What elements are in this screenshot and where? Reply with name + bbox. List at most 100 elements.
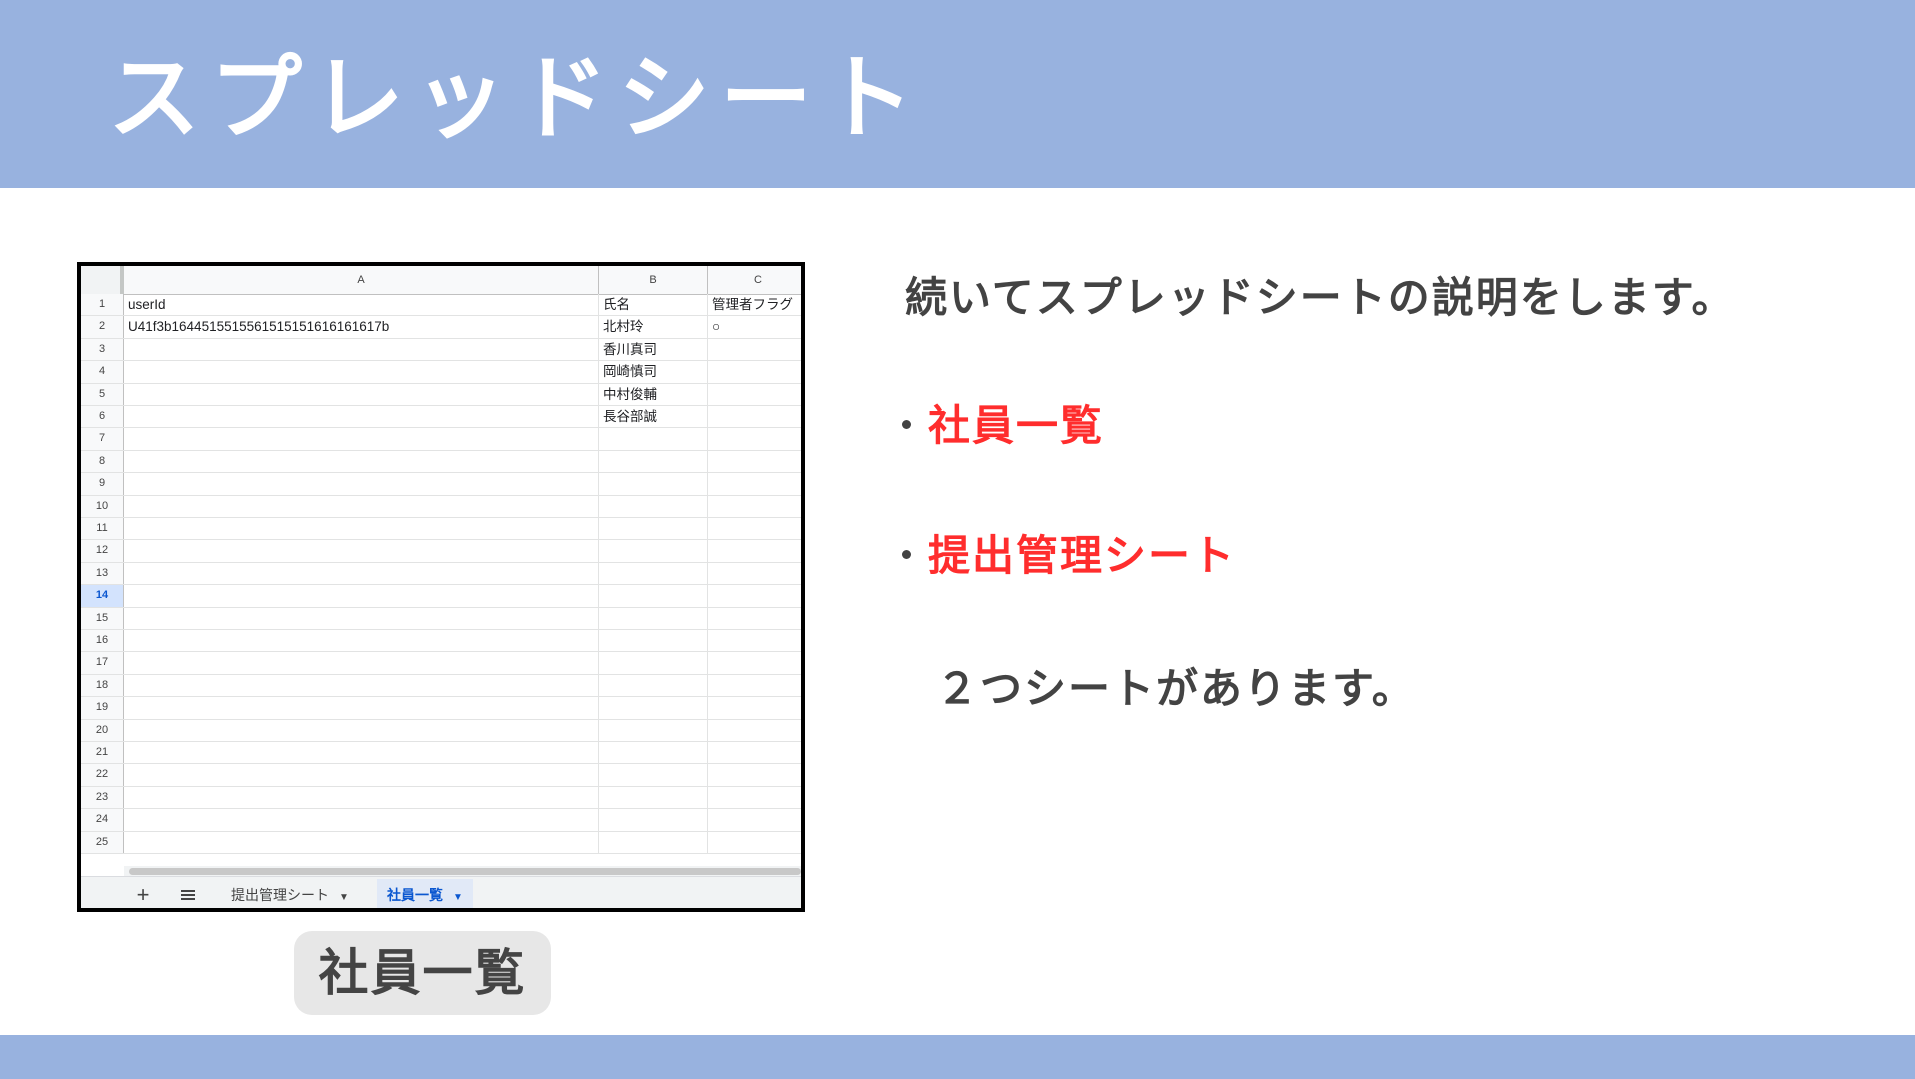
row-number[interactable]: 23 (81, 786, 124, 809)
table-cell[interactable] (124, 786, 599, 809)
row-number[interactable]: 6 (81, 406, 124, 428)
row-number[interactable]: 1 (81, 294, 124, 316)
table-cell[interactable] (708, 496, 801, 517)
table-cell[interactable] (124, 719, 599, 741)
table-cell[interactable]: ○ (708, 316, 801, 337)
table-cell[interactable] (599, 630, 708, 652)
row-number[interactable]: 9 (81, 473, 124, 495)
row-number[interactable]: 20 (81, 719, 124, 741)
add-sheet-button[interactable]: + (131, 883, 155, 907)
row-number[interactable]: 2 (81, 316, 124, 338)
table-cell[interactable] (124, 518, 599, 540)
table-cell[interactable] (708, 339, 801, 360)
table-cell[interactable] (124, 742, 599, 764)
table-cell[interactable] (708, 764, 801, 785)
table-cell[interactable] (124, 473, 599, 495)
table-cell[interactable] (708, 652, 801, 673)
column-header-b[interactable]: B (599, 266, 708, 294)
table-cell[interactable] (708, 608, 801, 629)
table-cell[interactable] (599, 831, 708, 853)
table-cell[interactable] (708, 540, 801, 561)
row-number[interactable]: 14 (81, 585, 124, 607)
horizontal-scrollbar[interactable] (124, 866, 801, 876)
table-cell[interactable] (124, 428, 599, 450)
table-cell[interactable] (124, 764, 599, 786)
row-number[interactable]: 12 (81, 540, 124, 562)
table-cell[interactable] (124, 338, 599, 361)
row-number[interactable]: 10 (81, 495, 124, 517)
table-cell[interactable]: 氏名 (599, 294, 708, 316)
table-cell[interactable]: 中村俊輔 (599, 383, 708, 405)
table-cell[interactable] (599, 585, 708, 607)
row-number[interactable]: 11 (81, 518, 124, 540)
column-header-c[interactable]: C (708, 266, 801, 294)
select-all-corner[interactable] (81, 266, 124, 294)
table-cell[interactable] (124, 697, 599, 719)
table-cell[interactable]: 北村玲 (599, 316, 708, 338)
table-cell[interactable] (599, 518, 708, 540)
table-cell[interactable] (708, 675, 801, 696)
table-cell[interactable]: 岡崎慎司 (599, 361, 708, 383)
table-cell[interactable] (124, 406, 599, 428)
row-number[interactable]: 7 (81, 428, 124, 450)
table-cell[interactable] (124, 495, 599, 517)
tab-employee-list[interactable]: 社員一覧 ▼ (377, 879, 473, 908)
table-cell[interactable] (708, 361, 801, 382)
table-cell[interactable] (708, 832, 801, 853)
table-cell[interactable] (124, 607, 599, 629)
table-cell[interactable] (599, 428, 708, 450)
table-cell[interactable] (599, 495, 708, 517)
table-cell[interactable]: 長谷部誠 (599, 406, 708, 428)
table-cell[interactable] (708, 406, 801, 427)
table-cell[interactable] (708, 473, 801, 494)
table-cell[interactable] (708, 451, 801, 472)
table-cell[interactable] (599, 719, 708, 741)
table-cell[interactable] (124, 562, 599, 585)
table-cell[interactable] (599, 786, 708, 809)
table-cell[interactable] (599, 607, 708, 629)
table-cell[interactable] (599, 674, 708, 697)
table-cell[interactable] (599, 809, 708, 831)
row-number[interactable]: 4 (81, 361, 124, 383)
table-cell[interactable] (708, 630, 801, 651)
row-number[interactable]: 22 (81, 764, 124, 786)
table-cell[interactable] (124, 383, 599, 405)
table-cell[interactable] (124, 540, 599, 562)
table-cell[interactable]: 管理者フラグ (708, 294, 801, 315)
table-cell[interactable]: 香川真司 (599, 338, 708, 361)
table-cell[interactable] (599, 562, 708, 585)
table-cell[interactable]: userId (124, 294, 599, 316)
table-cell[interactable] (124, 450, 599, 473)
table-cell[interactable] (708, 428, 801, 449)
tab-submission-management[interactable]: 提出管理シート ▼ (221, 879, 359, 908)
table-cell[interactable] (124, 630, 599, 652)
row-number[interactable]: 21 (81, 742, 124, 764)
row-number[interactable]: 13 (81, 562, 124, 585)
row-number[interactable]: 25 (81, 831, 124, 853)
table-cell[interactable] (124, 585, 599, 607)
table-cell[interactable] (599, 697, 708, 719)
row-number[interactable]: 18 (81, 674, 124, 697)
row-number[interactable]: 8 (81, 450, 124, 473)
table-cell[interactable] (124, 652, 599, 674)
table-cell[interactable] (124, 831, 599, 853)
column-header-a[interactable]: A (124, 266, 599, 294)
table-cell[interactable] (708, 384, 801, 405)
table-cell[interactable] (708, 720, 801, 741)
row-number[interactable]: 5 (81, 383, 124, 405)
table-cell[interactable] (599, 473, 708, 495)
scrollbar-thumb[interactable] (129, 868, 801, 875)
all-sheets-menu-icon[interactable] (176, 883, 200, 907)
table-cell[interactable] (124, 809, 599, 831)
row-number[interactable]: 15 (81, 607, 124, 629)
table-cell[interactable] (124, 361, 599, 383)
table-cell[interactable] (708, 809, 801, 830)
table-cell[interactable] (708, 787, 801, 808)
table-cell[interactable] (708, 742, 801, 763)
table-cell[interactable] (124, 674, 599, 697)
row-number[interactable]: 19 (81, 697, 124, 719)
table-cell[interactable] (708, 697, 801, 718)
table-cell[interactable] (599, 652, 708, 674)
table-cell[interactable] (599, 764, 708, 786)
table-cell[interactable] (708, 563, 801, 584)
